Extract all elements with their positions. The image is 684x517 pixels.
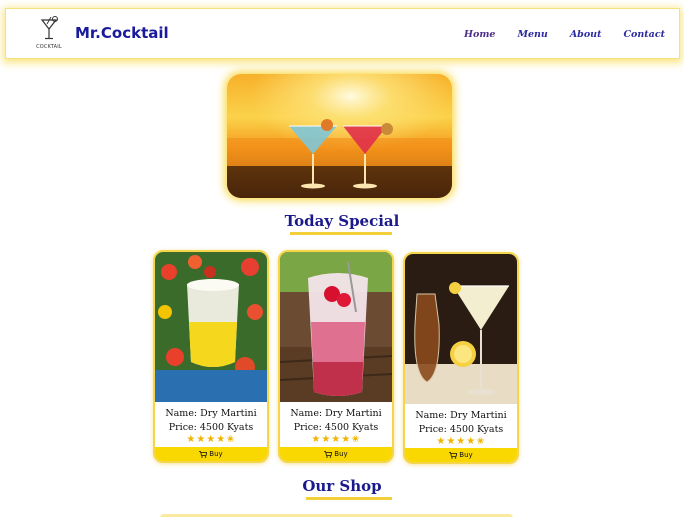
star-rating: ★★★★✬: [186, 434, 236, 445]
site-header: COCKTAIL Mr.Cocktail Home Menu About Con…: [5, 8, 680, 59]
main-nav: Home Menu About Contact: [442, 29, 665, 40]
section-title-today-special: Today Special: [284, 212, 400, 230]
sunset-cocktails-illustration: [227, 74, 452, 198]
logo-text: COCKTAIL: [36, 44, 62, 50]
section-title-our-shop: Our Shop: [302, 477, 382, 495]
nav-contact[interactable]: Contact: [623, 29, 665, 40]
card-name: Name: Dry Martini: [290, 408, 382, 419]
nav-home[interactable]: Home: [464, 29, 495, 40]
card-price: Price: 4500 Kyats: [418, 424, 504, 435]
product-card[interactable]: Name: Dry Martini Price: 4500 Kyats ★★★★…: [403, 252, 519, 464]
drink-photo: [155, 252, 267, 402]
buy-label: Buy: [209, 450, 223, 458]
card-price: Price: 4500 Kyats: [293, 422, 379, 433]
cocktail-glass-icon: [40, 16, 58, 40]
drink-photo: [280, 252, 392, 402]
card-name: Name: Dry Martini: [415, 410, 507, 421]
brand-name[interactable]: Mr.Cocktail: [75, 24, 169, 42]
card-name: Name: Dry Martini: [165, 408, 257, 419]
title-underline: [306, 497, 392, 500]
cart-icon: [449, 451, 458, 459]
product-card[interactable]: Name: Dry Martini Price: 4500 Kyats ★★★★…: [278, 250, 394, 463]
drink-photo: [405, 254, 517, 404]
product-card[interactable]: Name: Dry Martini Price: 4500 Kyats ★★★★…: [153, 250, 269, 463]
buy-label: Buy: [459, 451, 473, 459]
hero-image: [227, 74, 452, 198]
title-underline: [290, 232, 392, 235]
buy-button[interactable]: Buy: [405, 448, 517, 462]
buy-label: Buy: [334, 450, 348, 458]
cart-icon: [324, 450, 333, 458]
cart-icon: [199, 450, 208, 458]
star-rating: ★★★★✬: [436, 436, 486, 447]
nav-about[interactable]: About: [570, 29, 602, 40]
card-price: Price: 4500 Kyats: [168, 422, 254, 433]
nav-menu[interactable]: Menu: [517, 29, 547, 40]
star-rating: ★★★★✬: [311, 434, 361, 445]
buy-button[interactable]: Buy: [280, 447, 392, 461]
buy-button[interactable]: Buy: [155, 447, 267, 461]
logo[interactable]: COCKTAIL: [36, 15, 62, 53]
